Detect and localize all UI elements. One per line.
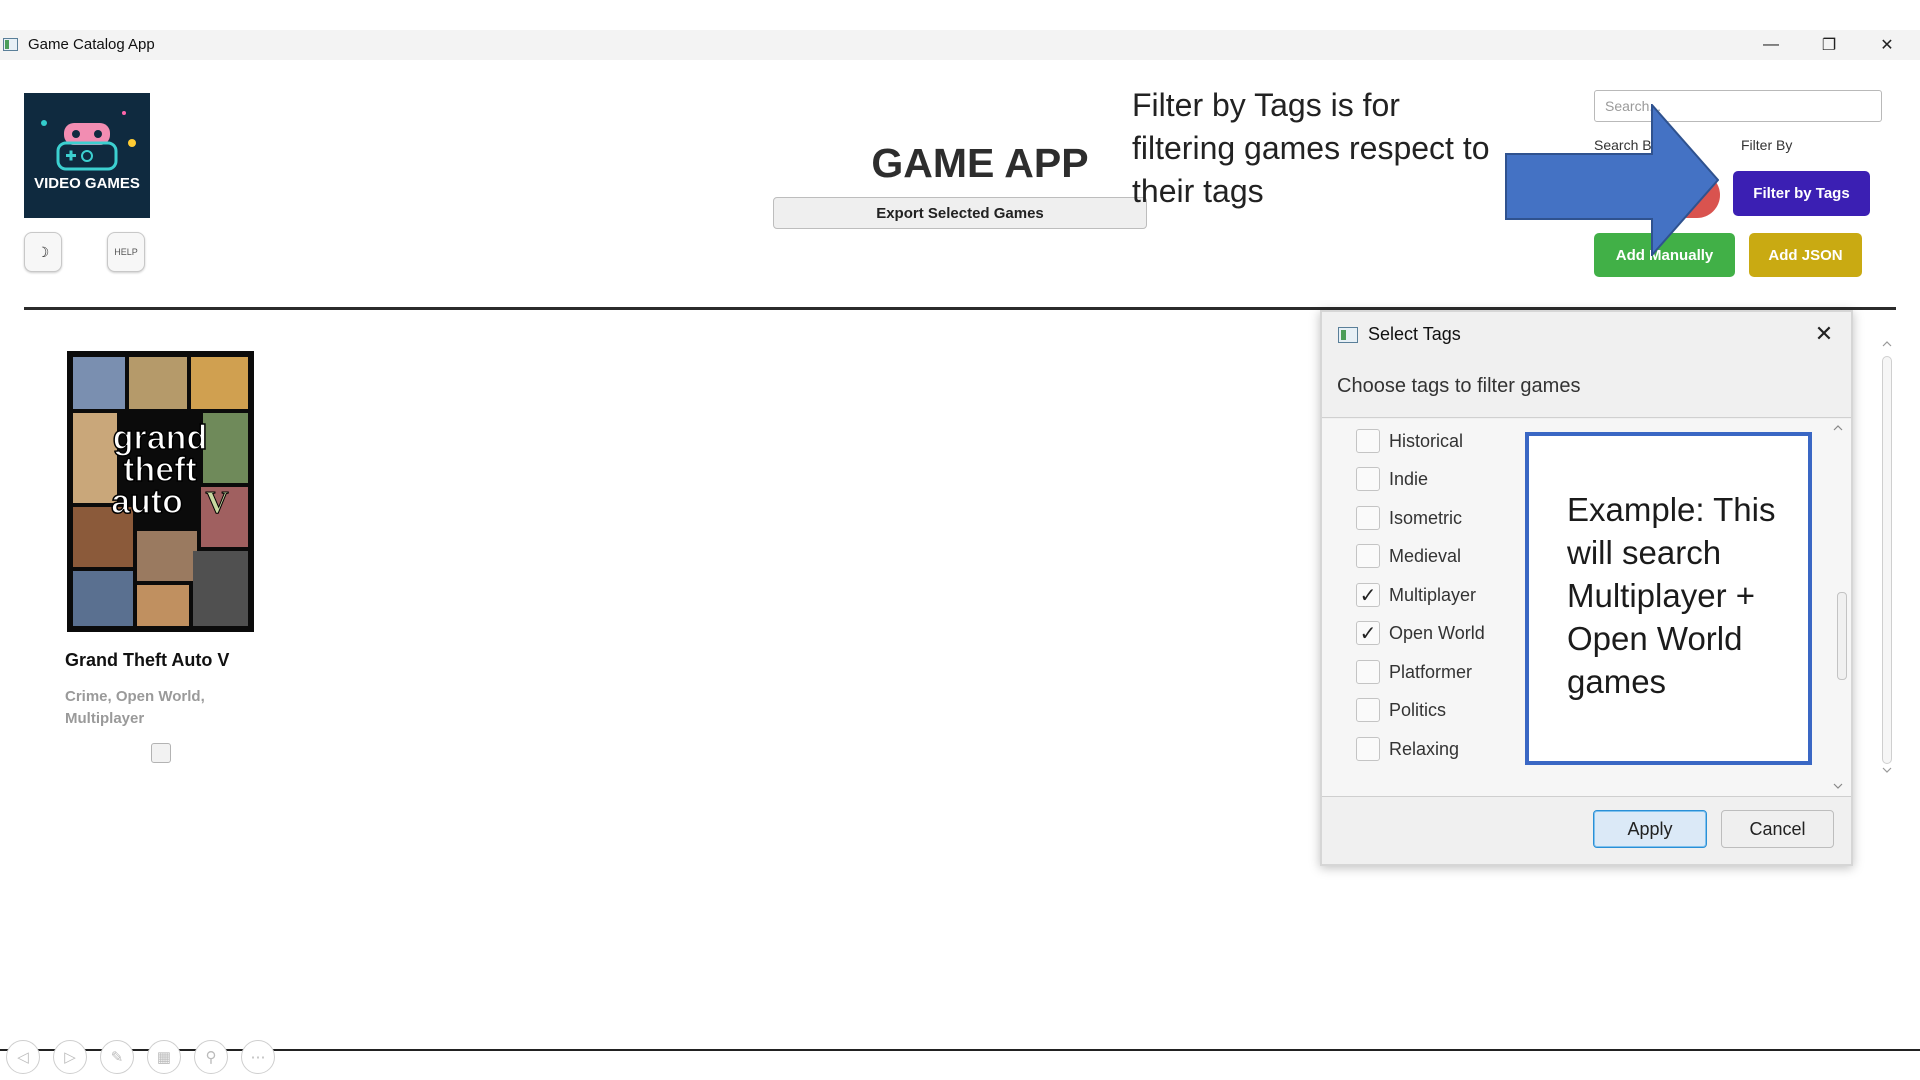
tag-checkbox[interactable] — [1356, 698, 1380, 722]
tag-checkbox-checked[interactable]: ✓ — [1356, 583, 1380, 607]
bottom-divider — [0, 1049, 1920, 1051]
tag-label: Politics — [1389, 699, 1447, 720]
add-json-button[interactable]: Add JSON — [1749, 233, 1862, 277]
dialog-title: Select Tags — [1368, 324, 1461, 344]
app-icon — [3, 38, 18, 51]
slides-icon[interactable]: ▦ — [147, 1040, 181, 1074]
tag-checkbox-checked[interactable]: ✓ — [1356, 621, 1380, 645]
tag-option-relaxing[interactable]: Relaxing — [1356, 734, 1459, 764]
moon-icon: ☽ — [36, 243, 50, 260]
tag-checkbox[interactable] — [1356, 506, 1380, 530]
dialog-footer-divider — [1322, 796, 1851, 797]
window-title: Game Catalog App — [28, 36, 155, 53]
gamepad-icon — [24, 93, 150, 218]
annotation-text: Filter by Tags is for filtering games re… — [1132, 87, 1490, 209]
tag-option-indie[interactable]: Indie — [1356, 464, 1428, 494]
filter-by-label: Filter By — [1741, 137, 1793, 153]
tag-checkbox[interactable] — [1356, 660, 1380, 684]
filter-by-tags-button[interactable]: Filter by Tags — [1733, 171, 1870, 216]
export-selected-button[interactable]: Export Selected Games — [773, 197, 1147, 229]
game-tags-line: Crime, Open World, — [65, 688, 205, 705]
previous-icon[interactable]: ◁ — [6, 1040, 40, 1074]
tag-label: Platformer — [1389, 661, 1473, 682]
cancel-button[interactable]: Cancel — [1721, 810, 1834, 848]
tag-checkbox[interactable] — [1356, 429, 1380, 453]
game-select-checkbox[interactable] — [151, 743, 171, 763]
dialog-subtitle: Choose tags to filter games — [1337, 375, 1581, 397]
tag-checkbox[interactable] — [1356, 467, 1380, 491]
tag-label: Open World — [1389, 622, 1485, 643]
tag-label: Relaxing — [1389, 738, 1460, 759]
tag-label: Medieval — [1389, 545, 1462, 566]
tag-label: Isometric — [1389, 507, 1463, 528]
tag-option-historical[interactable]: Historical — [1356, 426, 1463, 456]
restore-button[interactable]: ❐ — [1800, 30, 1858, 60]
theme-toggle-button[interactable]: ☽ — [24, 232, 62, 272]
tag-option-open-world[interactable]: ✓ Open World — [1356, 618, 1485, 648]
tag-checkbox[interactable] — [1356, 737, 1380, 761]
zoom-icon[interactable]: ⚲ — [194, 1040, 228, 1074]
tag-list-scrollbar-thumb[interactable] — [1837, 592, 1847, 680]
app-logo: VIDEO GAMES — [24, 93, 150, 218]
svg-text:auto: auto — [111, 483, 183, 521]
example-annotation-text: Example: This will search Multiplayer + … — [1567, 491, 1776, 700]
example-annotation-box: Example: This will search Multiplayer + … — [1525, 432, 1812, 765]
minimize-button[interactable]: — — [1742, 30, 1800, 60]
tag-label: Multiplayer — [1389, 584, 1477, 605]
tag-option-multiplayer[interactable]: ✓ Multiplayer — [1356, 580, 1476, 610]
dialog-app-icon — [1338, 327, 1358, 343]
next-icon[interactable]: ▷ — [53, 1040, 87, 1074]
tag-option-medieval[interactable]: Medieval — [1356, 541, 1461, 571]
tag-label: Historical — [1389, 430, 1464, 451]
tag-option-politics[interactable]: Politics — [1356, 695, 1446, 725]
more-options-icon[interactable]: ⋯ — [241, 1040, 275, 1074]
game-tags: Crime, Open World, Multiplayer — [65, 686, 225, 730]
game-tags-line: Multiplayer — [65, 710, 145, 727]
game-cover-art: grand theft auto V — [67, 351, 254, 632]
select-tags-dialog: Select Tags ✕ Choose tags to filter game… — [1320, 310, 1853, 866]
apply-button[interactable]: Apply — [1593, 810, 1707, 848]
svg-text:V: V — [205, 484, 228, 520]
annotation-arrow-icon — [1505, 104, 1719, 256]
close-button[interactable]: ✕ — [1858, 30, 1916, 60]
help-button[interactable]: HELP — [107, 232, 145, 272]
game-title: Grand Theft Auto V — [65, 650, 230, 670]
tag-label: Indie — [1389, 468, 1429, 489]
logo-text: VIDEO GAMES — [34, 175, 140, 192]
checkmark-icon: ✓ — [1359, 622, 1377, 645]
tag-checkbox[interactable] — [1356, 544, 1380, 568]
tag-option-platformer[interactable]: Platformer — [1356, 657, 1472, 687]
dialog-close-icon[interactable]: ✕ — [1809, 320, 1839, 348]
page-title: GAME APP — [871, 140, 1089, 186]
tag-option-isometric[interactable]: Isometric — [1356, 503, 1462, 533]
checkmark-icon: ✓ — [1359, 584, 1377, 607]
window-titlebar: Game Catalog App — ❐ ✕ — [0, 30, 1920, 60]
page-scrollbar-thumb[interactable] — [1882, 356, 1892, 764]
game-cover-image[interactable]: grand theft auto V — [67, 351, 254, 632]
pen-icon[interactable]: ✎ — [100, 1040, 134, 1074]
